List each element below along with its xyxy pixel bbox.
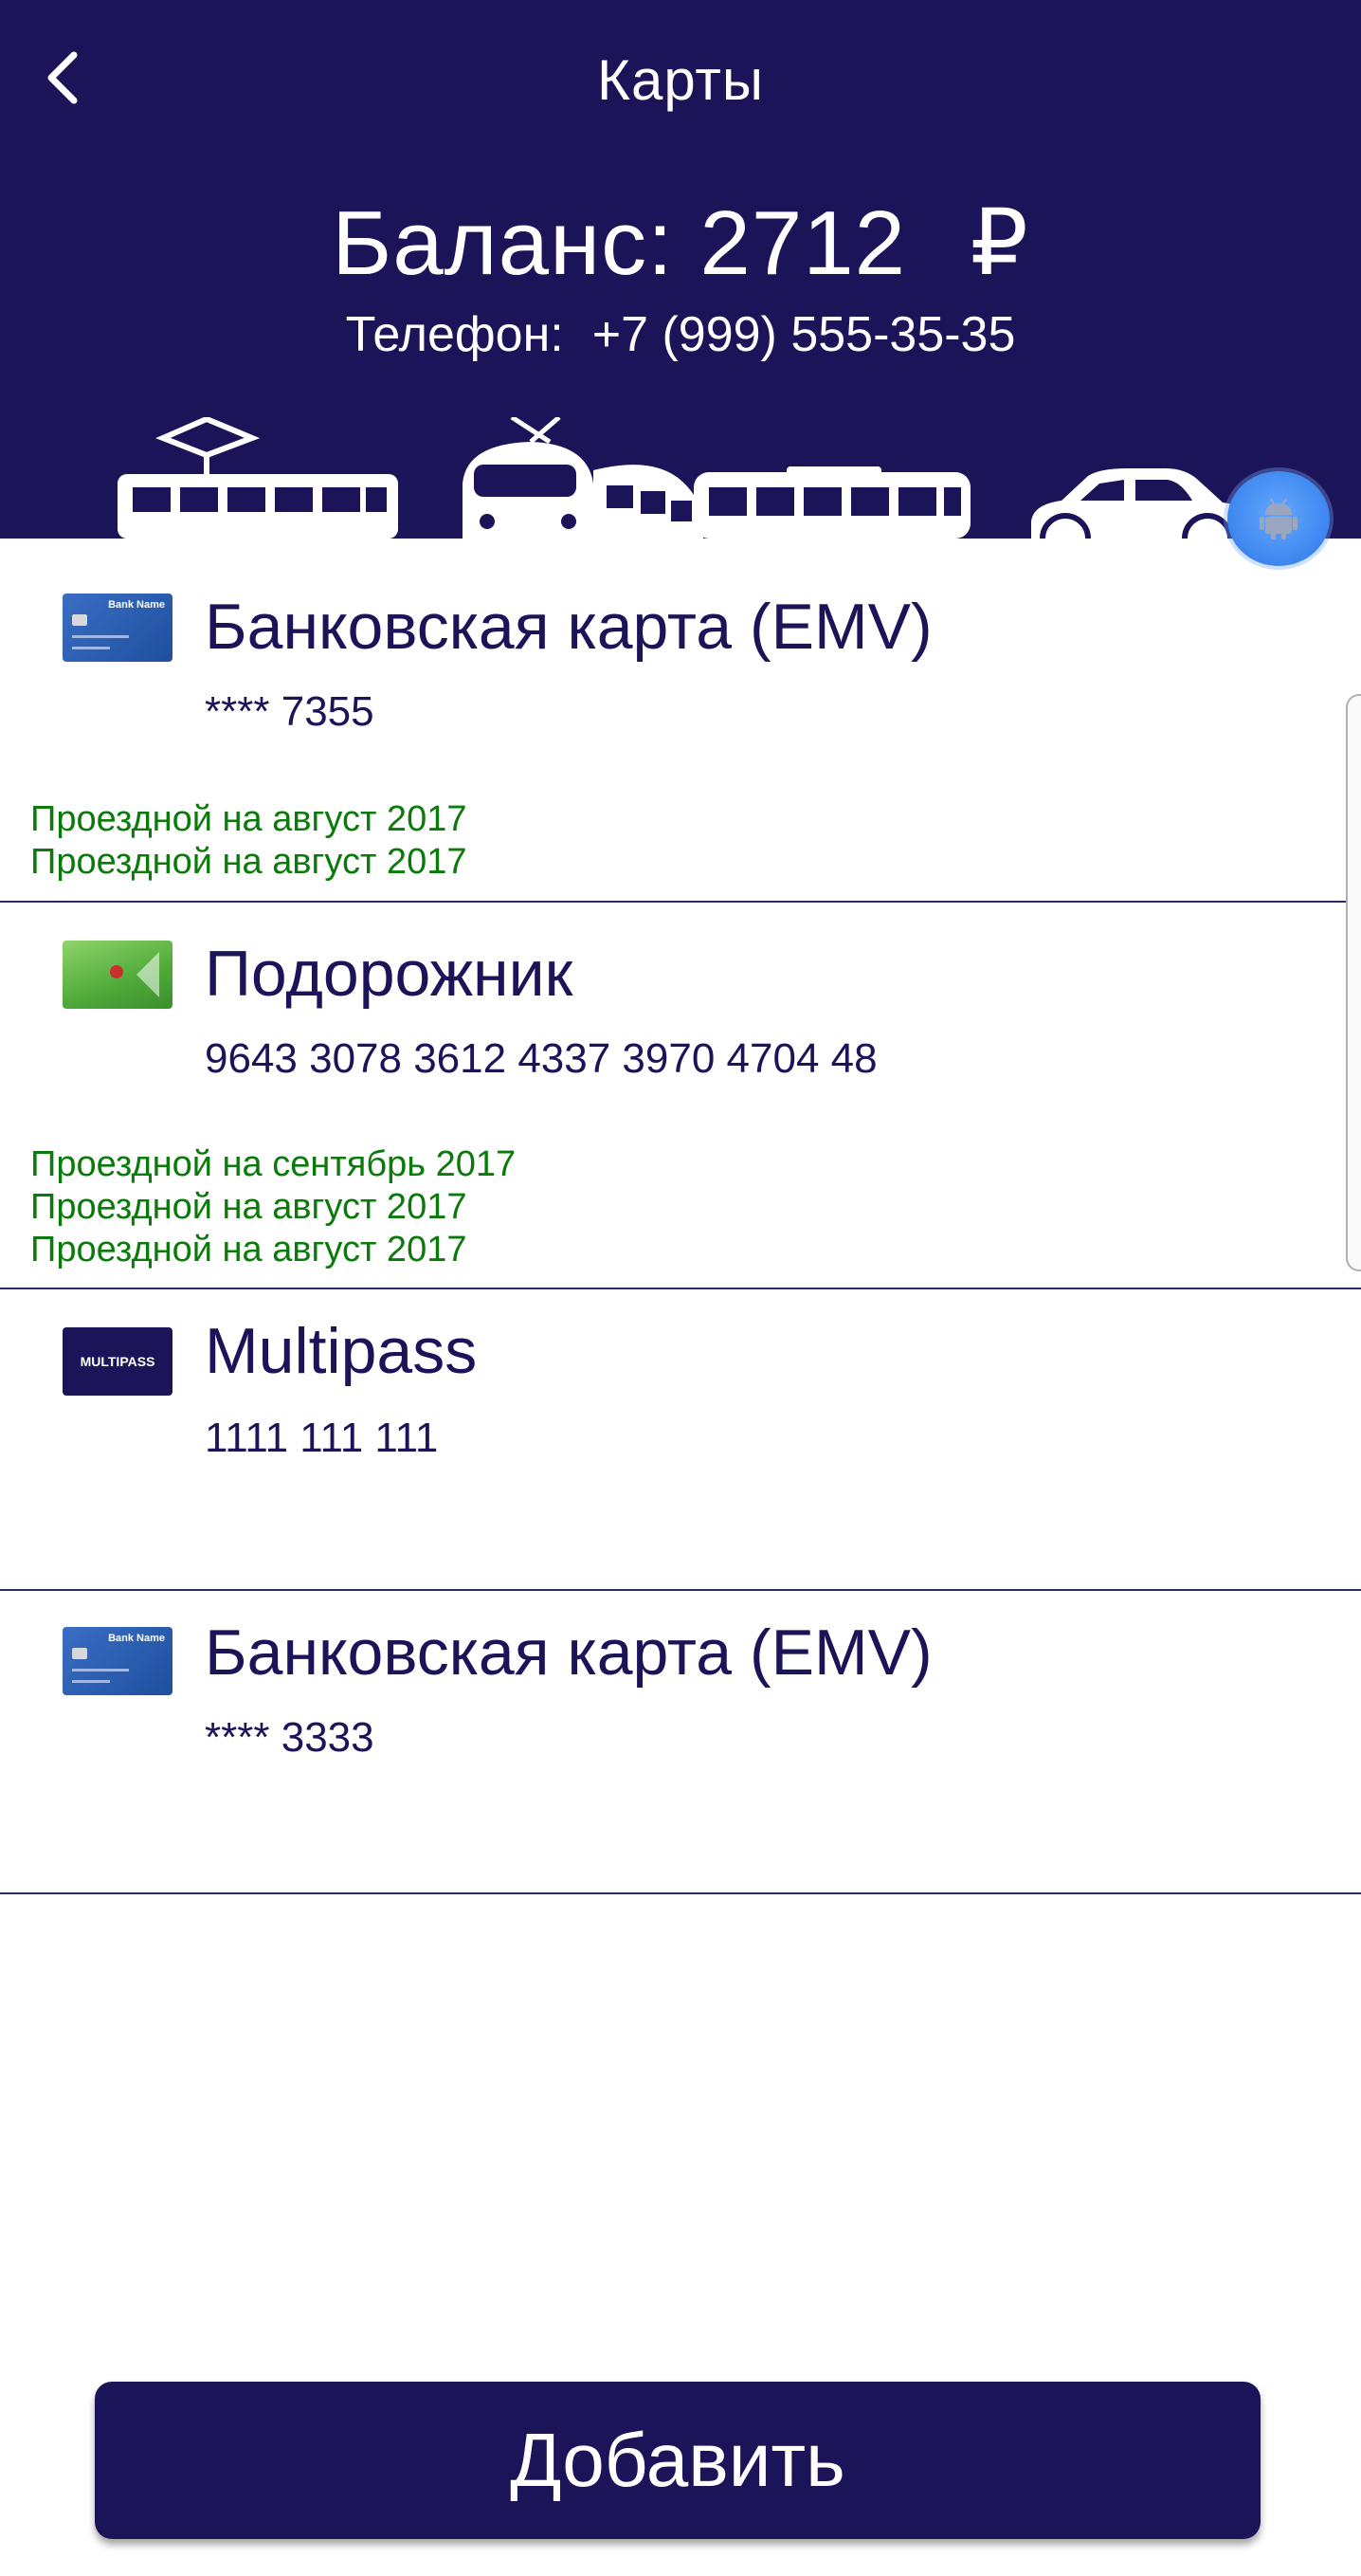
card-number: 1111 111 111 [205, 1415, 439, 1461]
balance-value: Баланс: 2712 [332, 192, 906, 294]
card-name: Банковская карта (EMV) [205, 1617, 933, 1689]
phone-number: +7 (999) 555-35-35 [591, 307, 1016, 362]
pass-list: Проездной на сентябрь 2017 Проездной на … [30, 1143, 516, 1271]
card-number: 9643 3078 3612 4337 3970 4704 48 [205, 1035, 878, 1082]
card-name: Подорожник [205, 938, 573, 1010]
card-number: **** 3333 [205, 1714, 374, 1761]
pass-list: Проездной на август 2017 Проездной на ав… [30, 798, 466, 884]
list-item[interactable]: Bank Name Банковская карта (EMV) **** 73… [0, 539, 1361, 903]
cards-screen: Карты Баланс: 2712 ₽ Телефон: +7 (999) 55… [0, 0, 1361, 2576]
list-item[interactable]: Bank Name Банковская карта (EMV) **** 33… [0, 1591, 1361, 1894]
tram-icon [118, 417, 398, 539]
pass-item: Проездной на август 2017 [30, 842, 467, 882]
card-brand-text: Bank Name [108, 1633, 165, 1644]
currency-symbol: ₽ [970, 192, 1029, 294]
car-icon [1031, 468, 1261, 539]
multipass-card-icon: MULTIPASS [63, 1327, 172, 1396]
card-name: Банковская карта (EMV) [205, 591, 933, 663]
card-brand-text: Bank Name [108, 599, 165, 611]
balance: Баланс: 2712 ₽ [0, 190, 1361, 296]
phone: Телефон: +7 (999) 555-35-35 [0, 306, 1361, 363]
pass-item: Проездной на сентябрь 2017 [30, 1144, 517, 1184]
android-icon [1260, 498, 1297, 539]
header: Карты Баланс: 2712 ₽ Телефон: +7 (999) 55… [0, 0, 1361, 539]
bus-icon [694, 466, 971, 539]
card-number: **** 7355 [205, 688, 374, 735]
page-title: Карты [597, 48, 764, 112]
card-brand-text: MULTIPASS [80, 1354, 155, 1369]
train-icon [463, 417, 704, 539]
pass-item: Проездной на август 2017 [30, 799, 467, 839]
podorozhnik-card-icon [63, 941, 172, 1009]
card-name: Multipass [205, 1315, 478, 1387]
bank-card-icon: Bank Name [63, 1627, 172, 1695]
list-item[interactable]: MULTIPASS Multipass 1111 111 111 [0, 1289, 1361, 1591]
phone-label: Телефон: [345, 307, 564, 362]
edge-panel-handle[interactable] [1346, 694, 1361, 1271]
bank-card-icon: Bank Name [63, 594, 172, 662]
pass-item: Проездной на август 2017 [30, 1187, 467, 1227]
pass-item: Проездной на август 2017 [30, 1230, 467, 1270]
add-button[interactable]: Добавить [95, 2382, 1261, 2539]
transport-illustration [118, 417, 1261, 539]
list-item[interactable]: Подорожник 9643 3078 3612 4337 3970 4704… [0, 903, 1361, 1289]
